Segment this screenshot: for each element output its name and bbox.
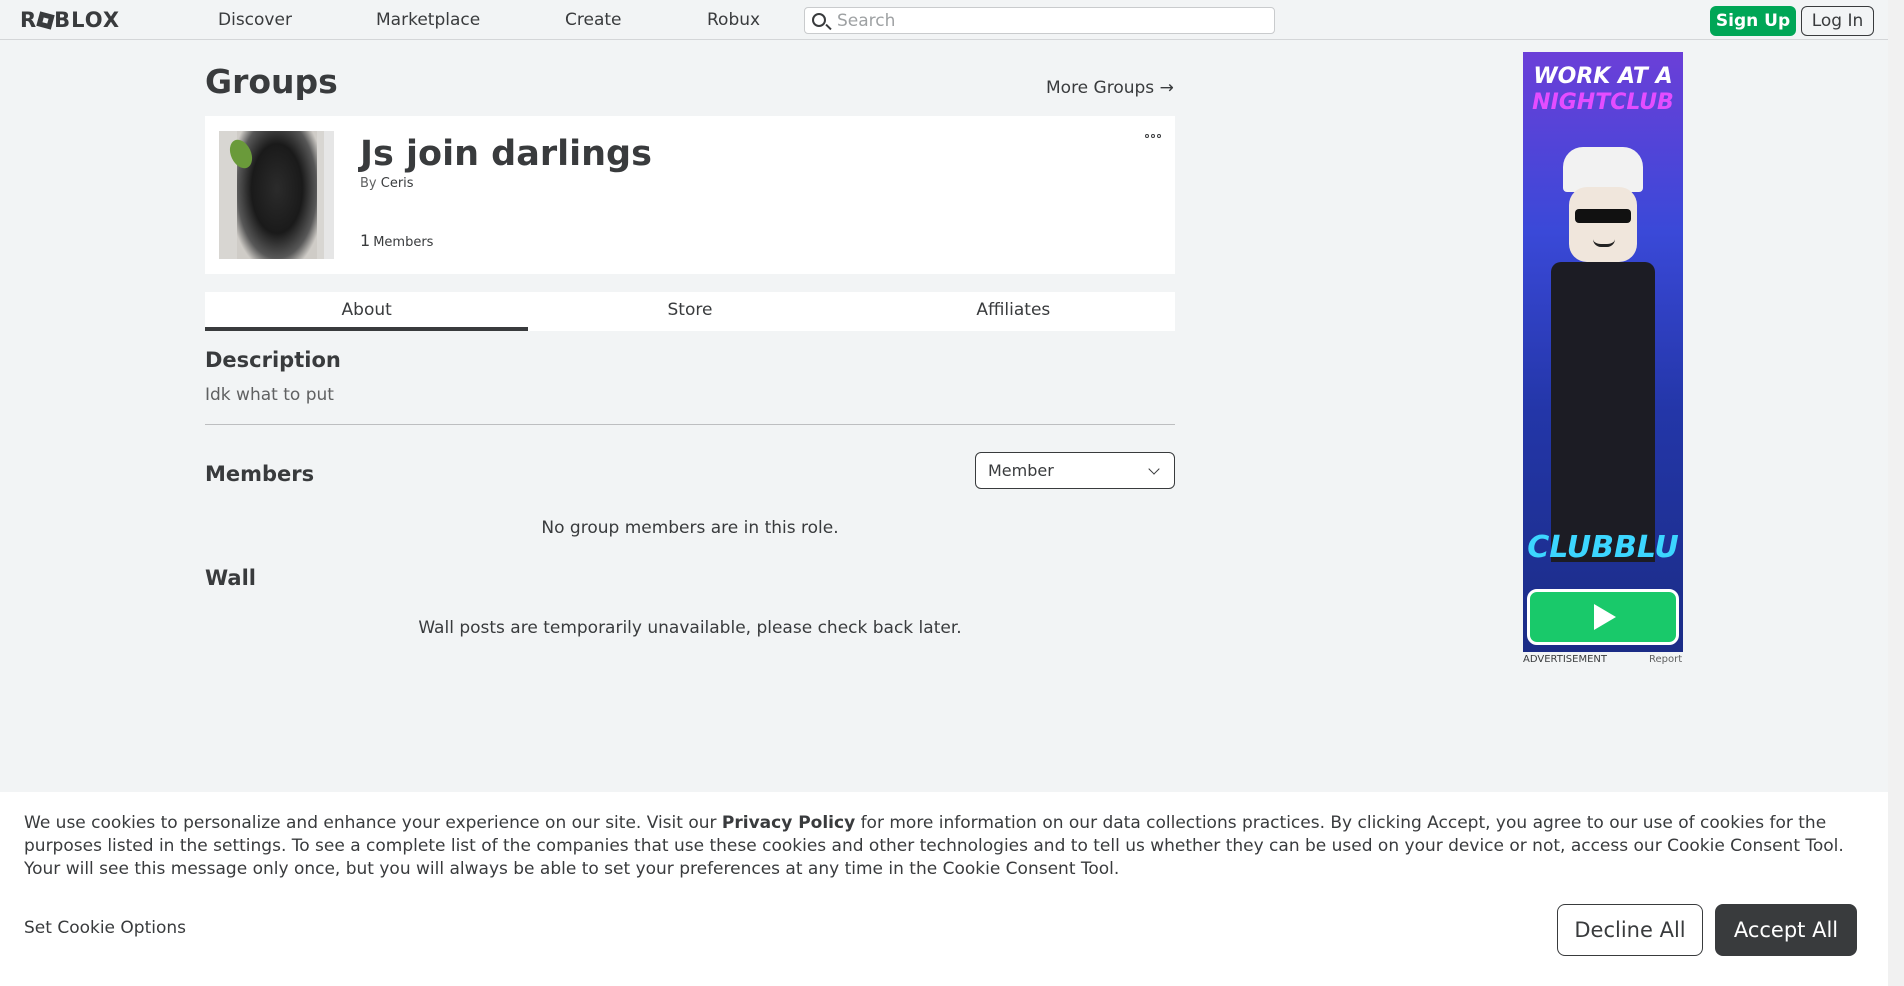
ad-headline-line2: NIGHTCLUB bbox=[1532, 90, 1674, 115]
ad-character-image bbox=[1551, 147, 1655, 562]
group-name: Js join darlings bbox=[360, 134, 652, 174]
ad-report-link[interactable]: Report bbox=[1649, 654, 1682, 665]
page-scrollbar[interactable] bbox=[1888, 0, 1904, 986]
sign-up-button[interactable]: Sign Up bbox=[1710, 6, 1796, 36]
tab-affiliates[interactable]: Affiliates bbox=[852, 292, 1175, 331]
nav-robux[interactable]: Robux bbox=[707, 10, 760, 30]
search-bar[interactable] bbox=[804, 7, 1275, 34]
accept-all-button[interactable]: Accept All bbox=[1715, 904, 1857, 956]
by-prefix: By bbox=[360, 176, 377, 191]
chevron-down-icon bbox=[1148, 463, 1160, 475]
cookie-consent-banner: We use cookies to personalize and enhanc… bbox=[0, 792, 1888, 986]
members-heading: Members bbox=[205, 462, 315, 486]
group-owner-line: By Ceris bbox=[360, 176, 414, 191]
ad-game-logo: CLUBBLU bbox=[1527, 530, 1679, 565]
set-cookie-options-link[interactable]: Set Cookie Options bbox=[24, 918, 186, 938]
search-icon[interactable] bbox=[812, 13, 826, 27]
role-dropdown-value: Member bbox=[988, 461, 1054, 480]
role-dropdown[interactable]: Member bbox=[975, 452, 1175, 489]
nav-create[interactable]: Create bbox=[565, 10, 622, 30]
ad-headline: WORK AT A NIGHTCLUB bbox=[1523, 64, 1683, 116]
group-emblem-image bbox=[219, 131, 334, 259]
members-empty-message: No group members are in this role. bbox=[541, 518, 839, 538]
page-title: Groups bbox=[205, 62, 338, 101]
group-owner-link[interactable]: Ceris bbox=[381, 176, 414, 191]
section-divider bbox=[205, 424, 1175, 425]
wall-empty-message: Wall posts are temporarily unavailable, … bbox=[418, 618, 962, 638]
more-groups-link[interactable]: More Groups → bbox=[1046, 78, 1174, 98]
log-in-button[interactable]: Log In bbox=[1801, 6, 1874, 36]
advertisement-label: ADVERTISEMENT bbox=[1523, 654, 1608, 665]
group-header-card: Js join darlings By Ceris 1 Members bbox=[205, 116, 1175, 274]
roblox-logo[interactable]: R BLOX bbox=[20, 8, 120, 32]
nav-marketplace[interactable]: Marketplace bbox=[376, 10, 480, 30]
ad-headline-line1: WORK AT A bbox=[1533, 64, 1673, 89]
member-count-label: Members bbox=[373, 235, 434, 250]
nav-discover[interactable]: Discover bbox=[218, 10, 292, 30]
play-icon[interactable] bbox=[1527, 589, 1679, 645]
description-text: Idk what to put bbox=[205, 385, 334, 405]
wall-heading: Wall bbox=[205, 566, 256, 590]
member-count-number: 1 bbox=[360, 231, 371, 250]
member-count: 1 Members bbox=[360, 231, 433, 250]
tab-store[interactable]: Store bbox=[528, 292, 851, 331]
top-navigation-bar: R BLOX Discover Marketplace Create Robux … bbox=[0, 0, 1904, 40]
group-tabs: About Store Affiliates bbox=[205, 292, 1175, 331]
emblem-edge bbox=[324, 131, 334, 259]
cookie-consent-text: We use cookies to personalize and enhanc… bbox=[24, 813, 1844, 879]
more-options-icon[interactable] bbox=[1145, 134, 1161, 138]
tab-about[interactable]: About bbox=[205, 292, 529, 331]
search-input[interactable] bbox=[837, 8, 1267, 33]
decline-all-button[interactable]: Decline All bbox=[1557, 904, 1703, 956]
logo-o-icon bbox=[36, 11, 55, 30]
description-heading: Description bbox=[205, 348, 341, 372]
privacy-policy-link[interactable]: Privacy Policy bbox=[722, 813, 855, 833]
advertisement-banner[interactable]: WORK AT A NIGHTCLUB CLUBBLU bbox=[1523, 52, 1683, 652]
